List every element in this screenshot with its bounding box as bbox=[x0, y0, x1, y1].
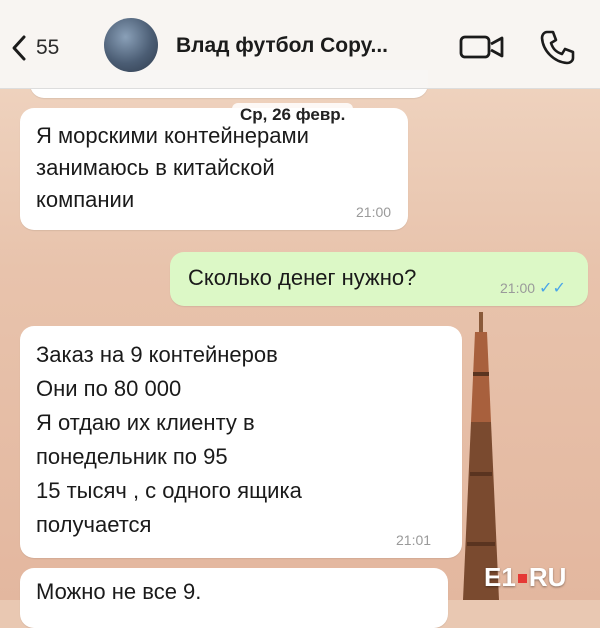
message-text: Заказ на 9 контейнеров Они по 80 000 Я о… bbox=[36, 342, 302, 537]
back-button[interactable]: 55 bbox=[8, 30, 59, 66]
avatar[interactable] bbox=[104, 18, 158, 72]
phone-call-icon[interactable] bbox=[538, 28, 576, 66]
message-text: Можно не все 9. bbox=[36, 579, 202, 604]
message-text: Сколько денег нужно? bbox=[188, 265, 417, 290]
message-time: 21:00 ✓✓ bbox=[500, 278, 566, 298]
watermark-dot bbox=[517, 573, 527, 583]
chat-title[interactable]: Влад футбол Сору... bbox=[176, 34, 388, 58]
message-time-text: 21:00 bbox=[500, 280, 536, 296]
unread-count: 55 bbox=[36, 36, 60, 59]
message-bubble-outgoing: Сколько денег нужно? 21:00 ✓✓ bbox=[170, 252, 588, 306]
double-check-icon: ✓✓ bbox=[539, 280, 566, 297]
date-divider: Ср, 26 февр. bbox=[232, 103, 354, 127]
chevron-left-icon bbox=[12, 35, 26, 61]
watermark-logo: E1 RU bbox=[484, 562, 566, 593]
message-time: 21:01 bbox=[396, 532, 432, 548]
watermark-right: RU bbox=[528, 562, 567, 592]
watermark-left: E1 bbox=[484, 562, 516, 592]
tower-illustration bbox=[463, 312, 499, 600]
chat-header: 55 Влад футбол Сору... bbox=[0, 0, 600, 89]
video-call-icon[interactable] bbox=[458, 32, 506, 62]
message-bubble-incoming: Заказ на 9 контейнеров Они по 80 000 Я о… bbox=[20, 326, 462, 558]
message-time: 21:00 bbox=[356, 204, 392, 220]
message-text: Я морскими контейнерами занимаюсь в кита… bbox=[36, 123, 309, 212]
message-bubble-incoming: Можно не все 9. bbox=[20, 568, 448, 628]
